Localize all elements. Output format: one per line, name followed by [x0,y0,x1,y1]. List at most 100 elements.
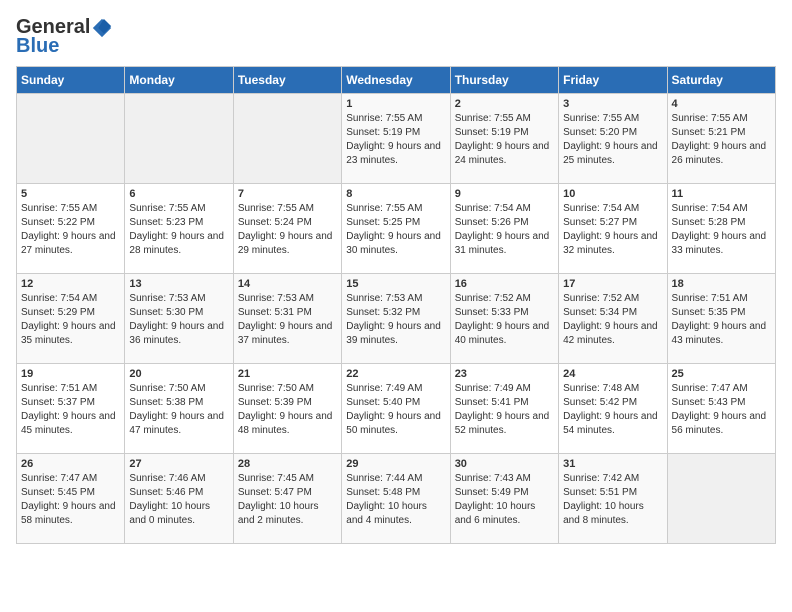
calendar-cell: 31Sunrise: 7:42 AMSunset: 5:51 PMDayligh… [559,454,667,544]
sunset-text: Sunset: 5:29 PM [21,307,95,318]
calendar-cell: 23Sunrise: 7:49 AMSunset: 5:41 PMDayligh… [450,364,558,454]
sunrise-text: Sunrise: 7:50 AM [129,383,205,394]
day-info: Sunrise: 7:48 AMSunset: 5:42 PMDaylight:… [563,382,662,438]
daylight-text: Daylight: 10 hours and 4 minutes. [346,501,427,526]
daylight-text: Daylight: 9 hours and 32 minutes. [563,231,658,256]
weekday-header: Thursday [450,67,558,94]
sunset-text: Sunset: 5:43 PM [672,397,746,408]
daylight-text: Daylight: 9 hours and 52 minutes. [455,411,550,436]
day-number: 5 [21,188,120,200]
day-info: Sunrise: 7:55 AMSunset: 5:19 PMDaylight:… [346,112,445,168]
sunrise-text: Sunrise: 7:49 AM [346,383,422,394]
calendar-cell: 17Sunrise: 7:52 AMSunset: 5:34 PMDayligh… [559,274,667,364]
calendar-cell: 2Sunrise: 7:55 AMSunset: 5:19 PMDaylight… [450,94,558,184]
sunset-text: Sunset: 5:40 PM [346,397,420,408]
calendar-cell: 26Sunrise: 7:47 AMSunset: 5:45 PMDayligh… [17,454,125,544]
day-info: Sunrise: 7:54 AMSunset: 5:29 PMDaylight:… [21,292,120,348]
day-info: Sunrise: 7:47 AMSunset: 5:45 PMDaylight:… [21,472,120,528]
daylight-text: Daylight: 9 hours and 54 minutes. [563,411,658,436]
sunset-text: Sunset: 5:48 PM [346,487,420,498]
daylight-text: Daylight: 9 hours and 23 minutes. [346,141,441,166]
daylight-text: Daylight: 10 hours and 8 minutes. [563,501,644,526]
logo-icon [91,17,113,39]
calendar-week-row: 12Sunrise: 7:54 AMSunset: 5:29 PMDayligh… [17,274,776,364]
page-header: General Blue [16,16,776,58]
sunrise-text: Sunrise: 7:45 AM [238,473,314,484]
sunset-text: Sunset: 5:51 PM [563,487,637,498]
day-info: Sunrise: 7:47 AMSunset: 5:43 PMDaylight:… [672,382,771,438]
calendar-cell: 13Sunrise: 7:53 AMSunset: 5:30 PMDayligh… [125,274,233,364]
day-info: Sunrise: 7:55 AM Sunset: 5:19 PM Daylight:… [455,112,554,168]
day-number: 8 [346,188,445,200]
sunset-text: Sunset: 5:37 PM [21,397,95,408]
daylight-text: Daylight: 9 hours and 26 minutes. [672,141,767,166]
daylight-text: Daylight: 9 hours and 58 minutes. [21,501,116,526]
calendar-cell: 27 Sunrise: 7:46 AMSunset: 5:46 PMDayligh… [125,454,233,544]
day-number: 21 [238,368,337,380]
daylight-text: Daylight: 9 hours and 35 minutes. [21,321,116,346]
day-info: Sunrise: 7:53 AMSunset: 5:31 PMDaylight:… [238,292,337,348]
day-number: 27 [129,458,228,470]
calendar-cell: 3Sunrise: 7:55 AMSunset: 5:20 PMDaylight… [559,94,667,184]
day-info: Sunrise: 7:50 AMSunset: 5:39 PMDaylight:… [238,382,337,438]
sunrise-text: Sunrise: 7:51 AM [21,383,97,394]
sunrise-text: Sunrise: 7:55 AM [129,203,205,214]
sunrise-text: Sunrise: 7:55 AM [455,113,531,124]
day-number: 17 [563,278,662,290]
day-info: Sunrise: 7:54 AMSunset: 5:28 PMDaylight:… [672,202,771,258]
day-number: 1 [346,98,445,110]
sunset-text: Sunset: 5:21 PM [672,127,746,138]
daylight-text: Daylight: 10 hours and 0 minutes. [129,501,210,526]
weekday-header: Saturday [667,67,775,94]
sunrise-text: Sunrise: 7:53 AM [346,293,422,304]
calendar-cell [233,94,341,184]
daylight-text: Daylight: 9 hours and 56 minutes. [672,411,767,436]
day-info: Sunrise: 7:54 AMSunset: 5:27 PMDaylight:… [563,202,662,258]
sunrise-text: Sunrise: 7:53 AM [238,293,314,304]
calendar-cell: 16Sunrise: 7:52 AMSunset: 5:33 PMDayligh… [450,274,558,364]
day-info: Sunrise: 7:45 AMSunset: 5:47 PMDaylight:… [238,472,337,528]
day-number: 10 [563,188,662,200]
sunrise-text: Sunrise: 7:55 AM [238,203,314,214]
day-number: 4 [672,98,771,110]
day-info: Sunrise: 7:46 AMSunset: 5:46 PMDaylight:… [129,472,228,528]
calendar-cell: 14Sunrise: 7:53 AMSunset: 5:31 PMDayligh… [233,274,341,364]
calendar-cell: 7Sunrise: 7:55 AMSunset: 5:24 PMDaylight… [233,184,341,274]
calendar-cell: 18Sunrise: 7:51 AMSunset: 5:35 PMDayligh… [667,274,775,364]
sunrise-text: Sunrise: 7:54 AM [672,203,748,214]
day-number: 15 [346,278,445,290]
daylight-text: Daylight: 9 hours and 24 minutes. [455,141,550,166]
sunset-text: Sunset: 5:35 PM [672,307,746,318]
sunrise-text: Sunrise: 7:54 AM [455,203,531,214]
sunrise-text: Sunrise: 7:55 AM [21,203,97,214]
calendar-cell: 5Sunrise: 7:55 AMSunset: 5:22 PMDaylight… [17,184,125,274]
sunset-text: Sunset: 5:31 PM [238,307,312,318]
sunrise-text: Sunrise: 7:55 AM [346,203,422,214]
calendar-cell: 22 Sunrise: 7:49 AM Sunset: 5:40 PM Dayligh… [342,364,450,454]
sunset-text: Sunset: 5:45 PM [21,487,95,498]
weekday-header: Tuesday [233,67,341,94]
day-number: 19 [21,368,120,380]
sunset-text: Sunset: 5:25 PM [346,217,420,228]
sunset-text: Sunset: 5:19 PM [455,127,529,138]
sunset-text: Sunset: 5:34 PM [563,307,637,318]
sunset-text: Sunset: 5:33 PM [455,307,529,318]
day-info: Sunrise: 7:51 AMSunset: 5:35 PMDaylight:… [672,292,771,348]
calendar-cell: 19Sunrise: 7:51 AMSunset: 5:37 PMDayligh… [17,364,125,454]
day-info: Sunrise: 7:55 AMSunset: 5:20 PMDaylight:… [563,112,662,168]
sunrise-text: Sunrise: 7:53 AM [129,293,205,304]
sunrise-text: Sunrise: 7:46 AM [129,473,205,484]
calendar-cell [125,94,233,184]
sunset-text: Sunset: 5:38 PM [129,397,203,408]
daylight-text: Daylight: 9 hours and 50 minutes. [346,411,441,436]
sunrise-text: Sunrise: 7:52 AM [563,293,639,304]
day-info: Sunrise: 7:52 AMSunset: 5:33 PMDaylight:… [455,292,554,348]
sunrise-text: Sunrise: 7:55 AM [672,113,748,124]
calendar-cell: 12Sunrise: 7:54 AMSunset: 5:29 PMDayligh… [17,274,125,364]
day-number: 22 [346,368,445,380]
daylight-text: Daylight: 9 hours and 33 minutes. [672,231,767,256]
sunrise-text: Sunrise: 7:43 AM [455,473,531,484]
daylight-text: Daylight: 9 hours and 29 minutes. [238,231,333,256]
day-number: 25 [672,368,771,380]
daylight-text: Daylight: 9 hours and 36 minutes. [129,321,224,346]
